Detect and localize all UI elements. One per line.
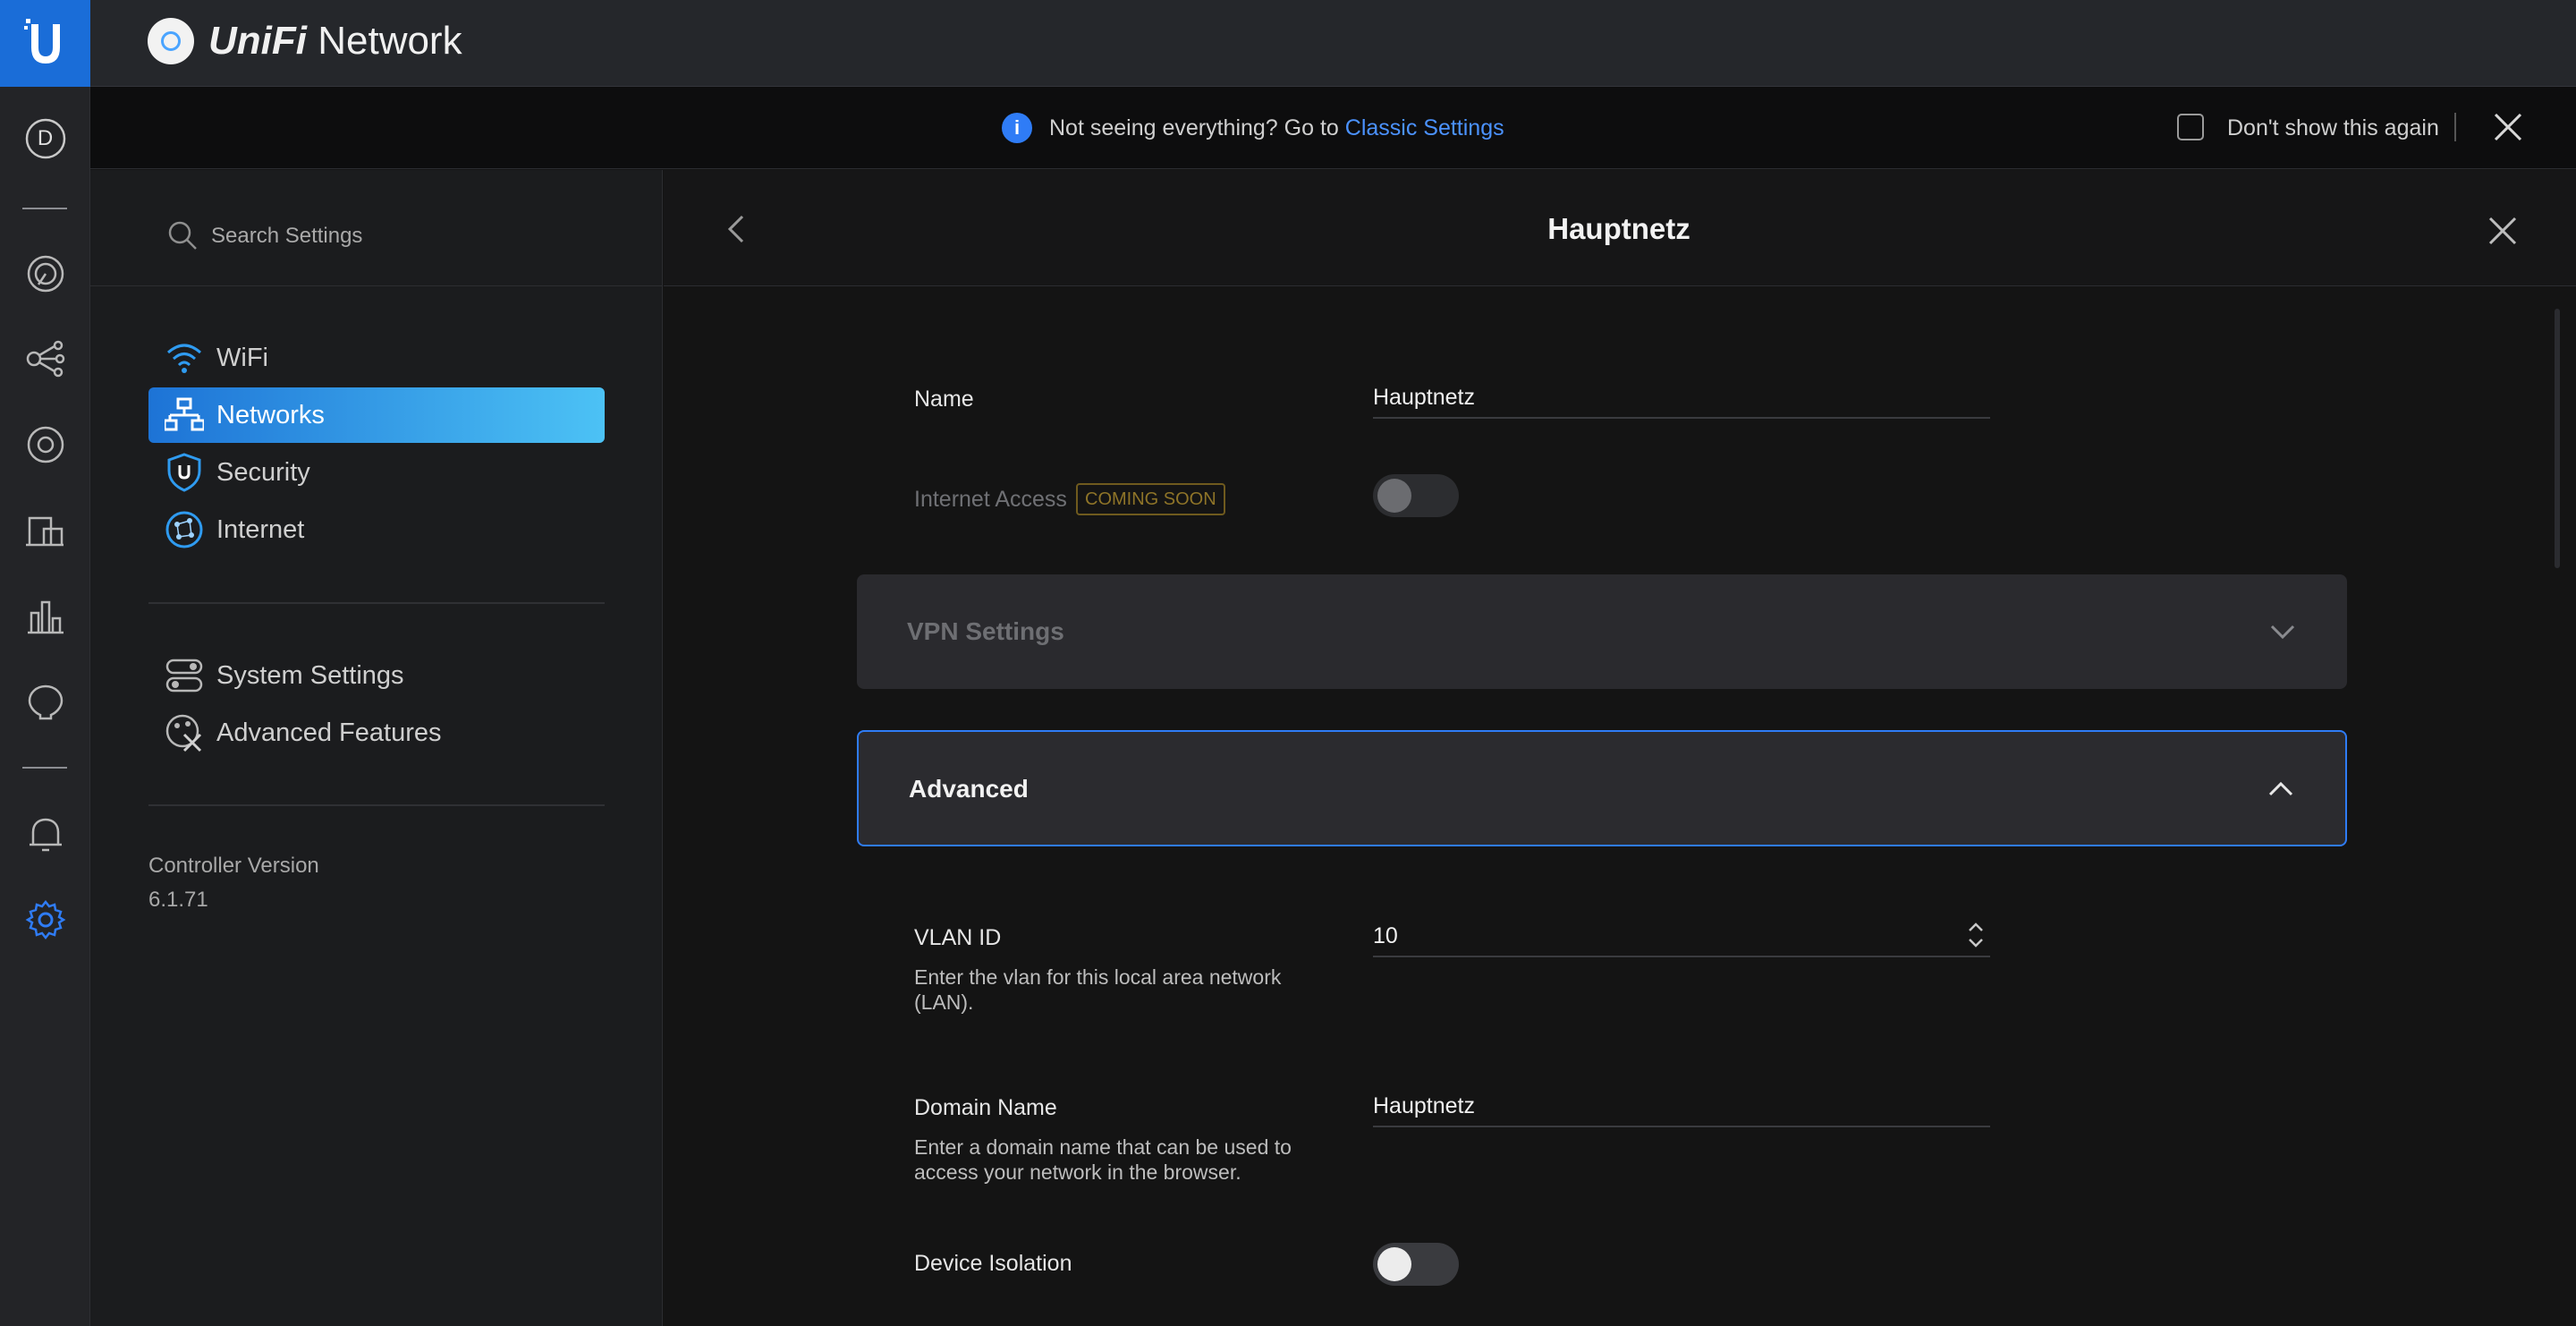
rail-insights[interactable] — [0, 676, 90, 729]
rail-devices[interactable] — [0, 418, 90, 472]
ubiquiti-u-icon — [23, 18, 60, 64]
topology-icon — [26, 340, 64, 378]
rail-divider — [22, 767, 67, 769]
advanced-title: Advanced — [909, 775, 1029, 803]
internet-access-label: Internet Access — [914, 487, 1067, 512]
networks-icon — [163, 394, 206, 437]
toggles-icon — [163, 654, 206, 697]
sidebar-item-networks[interactable]: Networks — [148, 387, 605, 443]
clients-icon — [25, 516, 64, 547]
statistics-icon — [27, 600, 64, 634]
sidebar-item-label: System Settings — [216, 660, 404, 690]
chevron-up-icon — [2268, 781, 2293, 796]
page-title: Hauptnetz — [1547, 212, 1690, 245]
wifi-icon — [163, 336, 206, 379]
sidebar-item-internet[interactable]: Internet — [148, 502, 605, 557]
search-icon — [168, 221, 197, 250]
stepper-icon[interactable] — [1966, 920, 1986, 950]
sidebar-item-label: Security — [216, 457, 310, 487]
sidebar-item-label: Advanced Features — [216, 718, 442, 747]
sidebar-divider — [148, 602, 605, 604]
sidebar-item-wifi[interactable]: WiFi — [148, 330, 605, 386]
sidebar-item-system-settings[interactable]: System Settings — [148, 648, 605, 703]
sidebar-item-label: Internet — [216, 514, 305, 544]
app-title: UniFi Network — [208, 19, 462, 63]
domain-name-description: Enter a domain name that can be used to … — [914, 1135, 1292, 1184]
tools-icon — [163, 711, 206, 754]
sidebar-item-label: Networks — [216, 400, 325, 429]
dont-show-again-label: Don't show this again — [2227, 115, 2439, 140]
notice-text: Not seeing everything? Go to Classic Set… — [1049, 115, 1504, 140]
rail-statistics[interactable] — [0, 590, 90, 643]
controller-version-value: 6.1.71 — [148, 888, 208, 912]
rail-settings[interactable] — [0, 893, 90, 947]
rail-topology[interactable] — [0, 332, 90, 386]
internet-access-toggle — [1373, 474, 1459, 517]
avatar-letter: D — [37, 126, 54, 150]
rail-clients[interactable] — [0, 504, 90, 557]
back-button[interactable] — [721, 211, 753, 247]
rail-notifications[interactable] — [0, 807, 90, 861]
info-icon: i — [1002, 113, 1032, 143]
coming-soon-badge: COMING SOON — [1076, 483, 1225, 515]
sidebar-divider — [148, 804, 605, 806]
avatar[interactable]: D — [0, 112, 90, 166]
close-icon[interactable] — [2492, 111, 2524, 143]
chevron-down-icon — [2270, 625, 2295, 640]
sidebar-item-advanced-features[interactable]: Advanced Features — [148, 705, 605, 761]
device-isolation-toggle[interactable] — [1373, 1243, 1459, 1286]
vpn-settings-section[interactable]: VPN Settings — [857, 574, 2347, 689]
name-label: Name — [914, 387, 974, 412]
dashboard-icon — [27, 255, 64, 293]
scrollbar[interactable] — [2555, 309, 2560, 568]
domain-name-label: Domain Name — [914, 1095, 1057, 1120]
vlan-id-label: VLAN ID — [914, 925, 1002, 950]
top-bar: UniFi Network — [90, 0, 2576, 87]
rail-divider — [22, 208, 67, 209]
device-isolation-label: Device Isolation — [914, 1251, 1072, 1276]
vpn-settings-title: VPN Settings — [907, 617, 1064, 645]
insights-icon — [28, 684, 63, 720]
sidebar-item-label: WiFi — [216, 343, 268, 372]
ubiquiti-logo[interactable] — [0, 0, 90, 87]
vlan-id-description: Enter the vlan for this local area netwo… — [914, 965, 1282, 1014]
sidebar-item-security[interactable]: Security — [148, 445, 605, 500]
settings-icon — [25, 899, 65, 940]
controller-version-label: Controller Version — [148, 854, 319, 878]
classic-settings-link[interactable]: Classic Settings — [1345, 115, 1504, 140]
vlan-id-input[interactable]: 10 — [1373, 918, 1990, 957]
devices-icon — [27, 426, 64, 463]
shield-icon — [163, 451, 206, 494]
globe-icon — [163, 508, 206, 551]
dont-show-again-checkbox[interactable] — [2177, 114, 2204, 140]
search-input[interactable] — [211, 218, 623, 254]
rail-dashboard[interactable] — [0, 247, 90, 301]
notice-divider — [2454, 113, 2456, 141]
close-panel-button[interactable] — [2485, 213, 2521, 249]
app-rail: D — [0, 0, 90, 1326]
advanced-section[interactable]: Advanced — [857, 730, 2347, 846]
name-field[interactable]: Hauptnetz — [1373, 379, 1990, 419]
domain-name-input[interactable]: Hauptnetz — [1373, 1088, 1990, 1127]
unifi-logo-icon — [148, 18, 194, 64]
notifications-icon — [29, 818, 62, 852]
